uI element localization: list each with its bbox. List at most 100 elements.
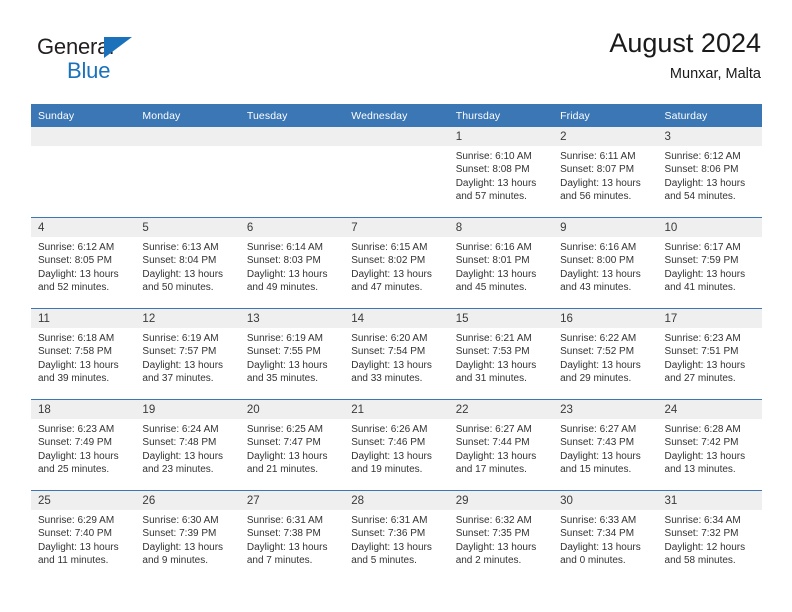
sunrise-text: Sunrise: 6:25 AM bbox=[246, 424, 323, 435]
daylight-text-line1: Daylight: 13 hours bbox=[246, 450, 328, 462]
calendar-day-cell[interactable]: 27 Sunrise: 6:31 AM Sunset: 7:38 PM Dayligh… bbox=[239, 490, 345, 581]
calendar-day-cell[interactable]: 7 Sunrise: 6:15 AM Sunset: 8:02 PM Daylight… bbox=[344, 217, 449, 309]
sunrise-text: Sunrise: 6:22 AM bbox=[560, 333, 637, 344]
calendar-day-cell[interactable]: 20 Sunrise: 6:25 AM Sunset: 7:47 PM Dayligh… bbox=[239, 399, 345, 491]
daylight-text-line2: and 5 minutes. bbox=[351, 555, 417, 567]
sunset-text: Sunset: 7:38 PM bbox=[246, 528, 321, 540]
day-details: Sunrise: 6:27 AM Sunset: 7:43 PM Daylight:… bbox=[553, 419, 657, 477]
calendar-day-cell[interactable]: 25 Sunrise: 6:29 AM Sunset: 7:40 PM Dayligh… bbox=[31, 490, 136, 581]
calendar-day-cell-empty bbox=[344, 127, 449, 218]
calendar-day-cell[interactable]: 31 Sunrise: 6:34 AM Sunset: 7:32 PM Dayligh… bbox=[657, 490, 762, 581]
calendar-day-cell[interactable]: 17 Sunrise: 6:23 AM Sunset: 7:51 PM Dayligh… bbox=[657, 308, 762, 400]
daylight-text-line2: and 23 minutes. bbox=[142, 464, 214, 476]
calendar-week-row: 4 Sunrise: 6:12 AM Sunset: 8:05 PM Daylight… bbox=[31, 217, 762, 309]
sunrise-text: Sunrise: 6:26 AM bbox=[351, 424, 428, 435]
logo-text-general: General bbox=[37, 34, 114, 59]
sunset-text: Sunset: 7:42 PM bbox=[664, 437, 739, 449]
day-number: 26 bbox=[135, 491, 240, 510]
sunrise-text: Sunrise: 6:23 AM bbox=[664, 333, 741, 344]
sunset-text: Sunset: 8:04 PM bbox=[142, 255, 217, 267]
day-number: 4 bbox=[31, 218, 136, 237]
day-details: Sunrise: 6:21 AM Sunset: 7:53 PM Daylight:… bbox=[449, 328, 553, 386]
day-details: Sunrise: 6:14 AM Sunset: 8:03 PM Daylight:… bbox=[240, 237, 344, 295]
day-number: 24 bbox=[657, 400, 762, 419]
calendar-day-cell[interactable]: 12 Sunrise: 6:19 AM Sunset: 7:57 PM Dayligh… bbox=[135, 308, 240, 400]
calendar-day-cell[interactable]: 24 Sunrise: 6:28 AM Sunset: 7:42 PM Dayligh… bbox=[657, 399, 762, 491]
day-number: 3 bbox=[657, 127, 762, 146]
sunrise-text: Sunrise: 6:18 AM bbox=[38, 333, 115, 344]
day-number: 5 bbox=[135, 218, 240, 237]
calendar-day-cell[interactable]: 6 Sunrise: 6:14 AM Sunset: 8:03 PM Daylight… bbox=[239, 217, 345, 309]
calendar-day-cell[interactable]: 5 Sunrise: 6:13 AM Sunset: 8:04 PM Daylight… bbox=[135, 217, 240, 309]
daylight-text-line2: and 50 minutes. bbox=[142, 282, 214, 294]
sunset-text: Sunset: 7:52 PM bbox=[560, 346, 635, 358]
day-number: 25 bbox=[31, 491, 136, 510]
daylight-text-line1: Daylight: 13 hours bbox=[246, 268, 328, 280]
daylight-text-line1: Daylight: 13 hours bbox=[455, 541, 537, 553]
daylight-text-line2: and 15 minutes. bbox=[560, 464, 632, 476]
day-details: Sunrise: 6:33 AM Sunset: 7:34 PM Daylight:… bbox=[553, 510, 657, 568]
daylight-text-line1: Daylight: 13 hours bbox=[246, 359, 328, 371]
calendar-day-cell[interactable]: 8 Sunrise: 6:16 AM Sunset: 8:01 PM Daylight… bbox=[448, 217, 554, 309]
daylight-text-line1: Daylight: 13 hours bbox=[142, 450, 224, 462]
calendar-day-cell[interactable]: 13 Sunrise: 6:19 AM Sunset: 7:55 PM Dayligh… bbox=[239, 308, 345, 400]
day-number: 11 bbox=[31, 309, 136, 328]
day-details: Sunrise: 6:31 AM Sunset: 7:38 PM Daylight:… bbox=[240, 510, 344, 568]
calendar-day-cell[interactable]: 19 Sunrise: 6:24 AM Sunset: 7:48 PM Dayligh… bbox=[135, 399, 240, 491]
day-number: 21 bbox=[344, 400, 449, 419]
sunset-text: Sunset: 7:59 PM bbox=[664, 255, 739, 267]
calendar-week-row: 1 Sunrise: 6:10 AM Sunset: 8:08 PM Daylight… bbox=[31, 127, 762, 218]
sunset-text: Sunset: 8:06 PM bbox=[664, 164, 739, 176]
day-details: Sunrise: 6:15 AM Sunset: 8:02 PM Daylight:… bbox=[344, 237, 448, 295]
sunrise-text: Sunrise: 6:23 AM bbox=[38, 424, 115, 435]
daylight-text-line2: and 47 minutes. bbox=[351, 282, 423, 294]
daylight-text-line2: and 52 minutes. bbox=[38, 282, 110, 294]
sunrise-text: Sunrise: 6:30 AM bbox=[142, 515, 219, 526]
calendar-day-cell[interactable]: 9 Sunrise: 6:16 AM Sunset: 8:00 PM Daylight… bbox=[553, 217, 658, 309]
weekday-header-thursday: Thursday bbox=[448, 104, 554, 127]
day-details: Sunrise: 6:28 AM Sunset: 7:42 PM Daylight:… bbox=[658, 419, 762, 477]
calendar-day-cell[interactable]: 29 Sunrise: 6:32 AM Sunset: 7:35 PM Dayligh… bbox=[448, 490, 554, 581]
calendar-day-cell[interactable]: 11 Sunrise: 6:18 AM Sunset: 7:58 PM Dayligh… bbox=[31, 308, 136, 400]
sunrise-text: Sunrise: 6:21 AM bbox=[455, 333, 532, 344]
calendar-day-cell[interactable]: 3 Sunrise: 6:12 AM Sunset: 8:06 PM Daylight… bbox=[657, 127, 762, 218]
sunrise-text: Sunrise: 6:12 AM bbox=[664, 151, 741, 162]
calendar-day-cell[interactable]: 28 Sunrise: 6:31 AM Sunset: 7:36 PM Dayligh… bbox=[344, 490, 449, 581]
daylight-text-line2: and 27 minutes. bbox=[664, 373, 736, 385]
sunrise-text: Sunrise: 6:24 AM bbox=[142, 424, 219, 435]
calendar-day-cell[interactable]: 14 Sunrise: 6:20 AM Sunset: 7:54 PM Dayligh… bbox=[344, 308, 449, 400]
calendar-day-cell[interactable]: 26 Sunrise: 6:30 AM Sunset: 7:39 PM Dayligh… bbox=[135, 490, 240, 581]
calendar-day-cell[interactable]: 18 Sunrise: 6:23 AM Sunset: 7:49 PM Dayligh… bbox=[31, 399, 136, 491]
calendar-day-cell[interactable]: 21 Sunrise: 6:26 AM Sunset: 7:46 PM Dayligh… bbox=[344, 399, 449, 491]
calendar-day-cell[interactable]: 22 Sunrise: 6:27 AM Sunset: 7:44 PM Dayligh… bbox=[448, 399, 554, 491]
calendar-day-cell[interactable]: 2 Sunrise: 6:11 AM Sunset: 8:07 PM Daylight… bbox=[553, 127, 658, 218]
daylight-text-line1: Daylight: 13 hours bbox=[38, 450, 119, 462]
day-details: Sunrise: 6:32 AM Sunset: 7:35 PM Daylight:… bbox=[449, 510, 553, 568]
daylight-text-line1: Daylight: 13 hours bbox=[560, 541, 641, 553]
calendar-day-cell[interactable]: 30 Sunrise: 6:33 AM Sunset: 7:34 PM Dayligh… bbox=[553, 490, 658, 581]
calendar-day-cell[interactable]: 15 Sunrise: 6:21 AM Sunset: 7:53 PM Dayligh… bbox=[448, 308, 554, 400]
day-details: Sunrise: 6:29 AM Sunset: 7:40 PM Daylight:… bbox=[31, 510, 135, 568]
daylight-text-line2: and 33 minutes. bbox=[351, 373, 423, 385]
logo-text-blue: Blue bbox=[67, 58, 111, 83]
calendar-week-row: 18 Sunrise: 6:23 AM Sunset: 7:49 PM Dayligh… bbox=[31, 399, 762, 491]
daylight-text-line2: and 43 minutes. bbox=[560, 282, 632, 294]
day-number: 10 bbox=[657, 218, 762, 237]
day-details: Sunrise: 6:18 AM Sunset: 7:58 PM Daylight:… bbox=[31, 328, 135, 386]
daylight-text-line2: and 21 minutes. bbox=[246, 464, 319, 476]
day-number: 20 bbox=[239, 400, 345, 419]
calendar-day-cell[interactable]: 16 Sunrise: 6:22 AM Sunset: 7:52 PM Dayligh… bbox=[553, 308, 658, 400]
calendar-day-cell[interactable]: 23 Sunrise: 6:27 AM Sunset: 7:43 PM Dayligh… bbox=[553, 399, 658, 491]
day-number: 18 bbox=[31, 400, 136, 419]
calendar-body: 1 Sunrise: 6:10 AM Sunset: 8:08 PM Daylight… bbox=[31, 127, 762, 581]
calendar-day-cell[interactable]: 4 Sunrise: 6:12 AM Sunset: 8:05 PM Daylight… bbox=[31, 217, 136, 309]
daylight-text-line1: Daylight: 13 hours bbox=[560, 268, 641, 280]
day-number: 19 bbox=[135, 400, 240, 419]
general-blue-logo[interactable]: General Blue bbox=[31, 34, 161, 90]
calendar-day-cell-empty bbox=[31, 127, 136, 218]
calendar-day-cell[interactable]: 10 Sunrise: 6:17 AM Sunset: 7:59 PM Dayligh… bbox=[657, 217, 762, 309]
calendar-day-cell[interactable]: 1 Sunrise: 6:10 AM Sunset: 8:08 PM Daylight… bbox=[448, 127, 554, 218]
daylight-text-line2: and 7 minutes. bbox=[246, 555, 313, 567]
daylight-text-line2: and 45 minutes. bbox=[455, 282, 527, 294]
day-number: 16 bbox=[553, 309, 658, 328]
